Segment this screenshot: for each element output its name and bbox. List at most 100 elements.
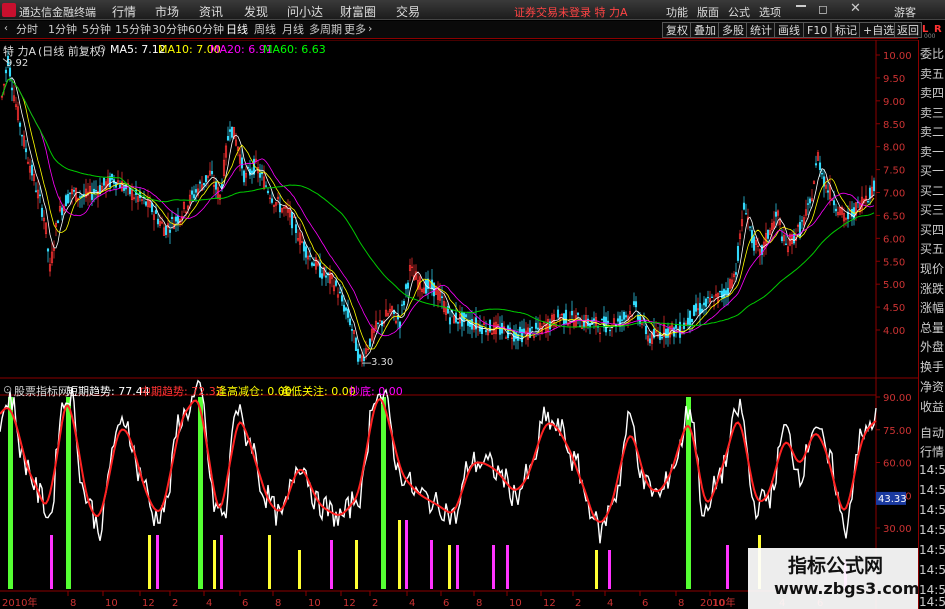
- sidebar-item[interactable]: 自动: [919, 424, 945, 441]
- menu-xuanxiang[interactable]: 选项: [759, 4, 781, 20]
- indicator-settings-icon[interactable]: ⊙: [3, 383, 12, 396]
- menu-shichang[interactable]: 市场: [155, 3, 179, 20]
- period-weekly[interactable]: 周线: [254, 23, 276, 37]
- x-axis-label: 8: [476, 598, 482, 609]
- back-button[interactable]: 返回: [894, 22, 922, 38]
- ma-settings-icon[interactable]: ⊙: [97, 42, 106, 55]
- menu-zixun[interactable]: 资讯: [199, 3, 223, 20]
- candle-body: [800, 220, 804, 222]
- sidebar-item[interactable]: 14:5: [919, 483, 945, 497]
- candle-body: [704, 298, 708, 307]
- adjust-label: (日线 前复权): [38, 45, 106, 58]
- x-axis-label: 4: [409, 598, 415, 609]
- period-multi[interactable]: 多周期: [309, 23, 342, 37]
- price-tick-label: 5.50: [883, 257, 905, 268]
- menu-banmian[interactable]: 版面: [697, 4, 719, 20]
- candle-body: [348, 318, 352, 326]
- draw-button[interactable]: 画线: [774, 22, 804, 38]
- candle-body: [404, 284, 408, 290]
- period-5min[interactable]: 5分钟: [82, 23, 111, 37]
- candle-body: [660, 337, 664, 339]
- sidebar-item[interactable]: 行情: [919, 443, 945, 460]
- overlay-button[interactable]: 叠加: [690, 22, 720, 38]
- candle-body: [632, 301, 636, 306]
- menu-gongneng[interactable]: 功能: [666, 4, 688, 20]
- toolbar-left-arrow-icon[interactable]: ‹: [4, 23, 8, 34]
- period-30min[interactable]: 30分钟: [152, 23, 188, 37]
- candle-body: [66, 194, 70, 204]
- x-axis-label: 2: [372, 598, 378, 609]
- candle-body: [320, 273, 324, 279]
- candle-body: [726, 287, 730, 295]
- candle-body: [354, 337, 358, 352]
- login-status: 证券交易未登录 特 力A: [514, 6, 628, 19]
- low-price-label: 3.30: [371, 357, 394, 368]
- candle-body: [30, 164, 34, 176]
- candle-body: [600, 318, 604, 321]
- period-fenshi[interactable]: 分时: [16, 23, 38, 37]
- x-axis-label: 10: [509, 598, 522, 609]
- period-daily[interactable]: 日线: [226, 23, 248, 37]
- minimize-icon[interactable]: [796, 5, 806, 7]
- candle-body: [240, 157, 244, 169]
- period-15min[interactable]: 15分钟: [115, 23, 151, 37]
- ma60-label: MA60: 6.63: [263, 43, 326, 56]
- fuquan-button[interactable]: 复权: [662, 22, 692, 38]
- menu-jiaoyi[interactable]: 交易: [396, 3, 420, 20]
- sidebar-item[interactable]: 14:5: [919, 463, 945, 477]
- ma10-line: [1, 78, 875, 350]
- candle-body: [400, 304, 404, 306]
- candle-body: [534, 322, 538, 329]
- candle-body: [506, 325, 510, 339]
- candle-body: [820, 173, 824, 175]
- sidebar-item[interactable]: 14:5: [919, 543, 945, 557]
- sidebar-item: 卖五: [919, 67, 944, 81]
- multi-stock-button[interactable]: 多股: [718, 22, 748, 38]
- menu-gongshi[interactable]: 公式: [728, 4, 750, 20]
- chart-area[interactable]: 10.00 9.50 9.00 8.50 8.00 7.50 7.00 6.50 6.00 5.5…: [0, 39, 918, 609]
- guest-label[interactable]: 游客: [894, 4, 916, 20]
- candle-body: [556, 309, 560, 318]
- candle-body: [872, 180, 876, 192]
- signal-bar: [726, 545, 729, 589]
- menu-wenxiaoda[interactable]: 问小达: [287, 3, 323, 20]
- mark-button[interactable]: 标记: [831, 22, 861, 38]
- stats-button[interactable]: 统计: [746, 22, 776, 38]
- signal-bar: [430, 540, 433, 589]
- candle-body: [266, 190, 270, 194]
- x-axis-label: 4: [206, 598, 212, 609]
- sidebar-item[interactable]: 14:5: [919, 503, 945, 517]
- sidebar-item[interactable]: 14:5: [919, 523, 945, 537]
- candle-body: [174, 216, 178, 222]
- candle-body: [484, 330, 488, 333]
- app-logo-icon: [2, 3, 16, 17]
- indicator-tick-label: 60.00: [883, 459, 912, 470]
- candle-body: [192, 194, 196, 199]
- candle-body: [818, 162, 822, 170]
- x-axis-label: 6: [642, 598, 648, 609]
- sidebar-item[interactable]: 14:5: [919, 595, 945, 609]
- candle-body: [694, 303, 698, 312]
- candle-body: [624, 315, 628, 318]
- period-60min[interactable]: 60分钟: [188, 23, 224, 37]
- period-monthly[interactable]: 月线: [282, 23, 304, 37]
- candle-body: [164, 226, 168, 235]
- price-tick-label: 4.50: [883, 303, 905, 314]
- period-more[interactable]: 更多: [344, 23, 366, 37]
- menu-faxian[interactable]: 发现: [244, 3, 268, 20]
- candle-body: [304, 246, 308, 258]
- menu-caifuquan[interactable]: 财富圈: [340, 3, 376, 20]
- add-watchlist-button[interactable]: +自选: [859, 22, 899, 38]
- period-1min[interactable]: 1分钟: [48, 23, 77, 37]
- candle-body: [118, 184, 122, 189]
- sidebar-item: 买四: [919, 223, 944, 237]
- restore-icon[interactable]: ◻: [818, 2, 828, 16]
- candle-body: [780, 236, 784, 242]
- candle-body: [312, 263, 316, 267]
- menu-hangqing[interactable]: 行情: [112, 3, 136, 20]
- f10-button[interactable]: F10: [803, 22, 832, 38]
- close-icon[interactable]: ✕: [850, 1, 861, 16]
- kline-chart-svg[interactable]: 10.00 9.50 9.00 8.50 8.00 7.50 7.00 6.50 6.00 5.5…: [0, 39, 918, 609]
- sidebar-item[interactable]: 14:5: [919, 563, 945, 577]
- more-arrow-icon[interactable]: ›: [368, 22, 372, 35]
